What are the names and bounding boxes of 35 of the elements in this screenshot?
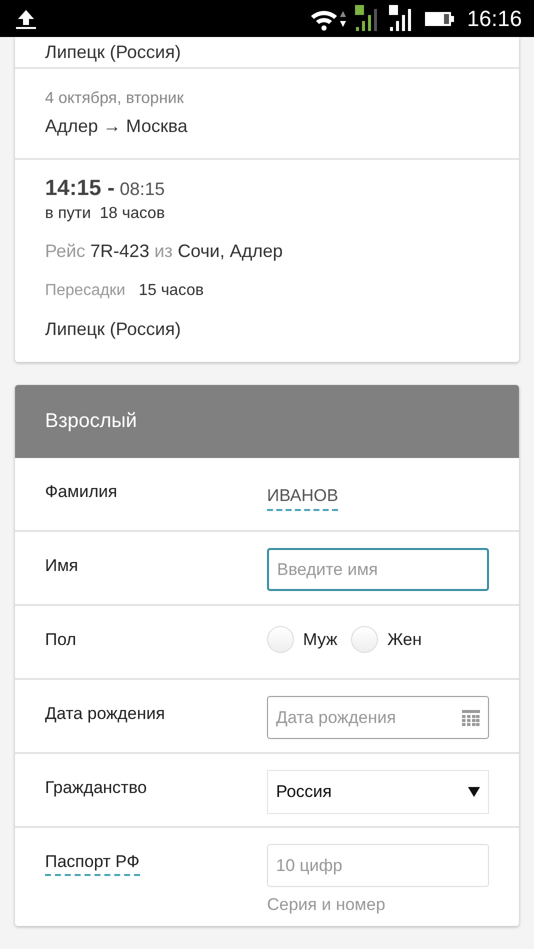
route-text: Адлер → Москва <box>45 116 188 136</box>
arrival-time: 08:15 <box>120 179 165 199</box>
field-label: Имя <box>45 556 78 575</box>
radio-label[interactable]: Жен <box>387 630 422 650</box>
destination-text: Липецк (Россия) <box>45 319 181 339</box>
country-dropdown[interactable]: Россия <box>267 770 489 814</box>
battery-icon <box>424 10 455 28</box>
radio-button[interactable] <box>267 626 294 653</box>
duration-text: 18 часов <box>100 205 165 222</box>
city-text: Липецк (Россия) <box>45 42 181 62</box>
origin-text: Сочи, Адлер <box>178 241 283 261</box>
input-field[interactable]: Введите имя <box>267 548 489 591</box>
flight-number: 7R-423 <box>90 241 150 261</box>
section-title: Взрослый <box>45 410 137 433</box>
clock: 16:16 <box>466 6 522 32</box>
editable-value[interactable]: ИВАНОВ <box>267 486 338 511</box>
hint-text: Серия и номер <box>267 895 386 915</box>
flight-label: Рейс <box>45 241 86 261</box>
field-label: Гражданство <box>45 778 147 797</box>
data-arrows-icon <box>338 8 347 28</box>
date-text: 4 октября, вторник <box>45 90 184 107</box>
field-label-link[interactable]: Паспорт РФ <box>45 852 140 876</box>
upload-icon <box>14 8 38 30</box>
duration-label: в пути <box>45 205 91 222</box>
radio-button[interactable] <box>351 626 378 653</box>
caret-icon <box>468 787 480 797</box>
field-label: Дата рождения <box>45 704 165 723</box>
field-label: Пол <box>45 630 76 649</box>
departure-time: 14:15 - <box>45 175 115 200</box>
radio-label[interactable]: Муж <box>303 630 338 650</box>
calendar-icon <box>462 710 480 726</box>
transfer-text: 15 часов <box>138 282 204 299</box>
field-label: Фамилия <box>45 482 118 501</box>
transfer-label: Пересадки <box>45 282 126 299</box>
from-label: из <box>154 241 173 261</box>
